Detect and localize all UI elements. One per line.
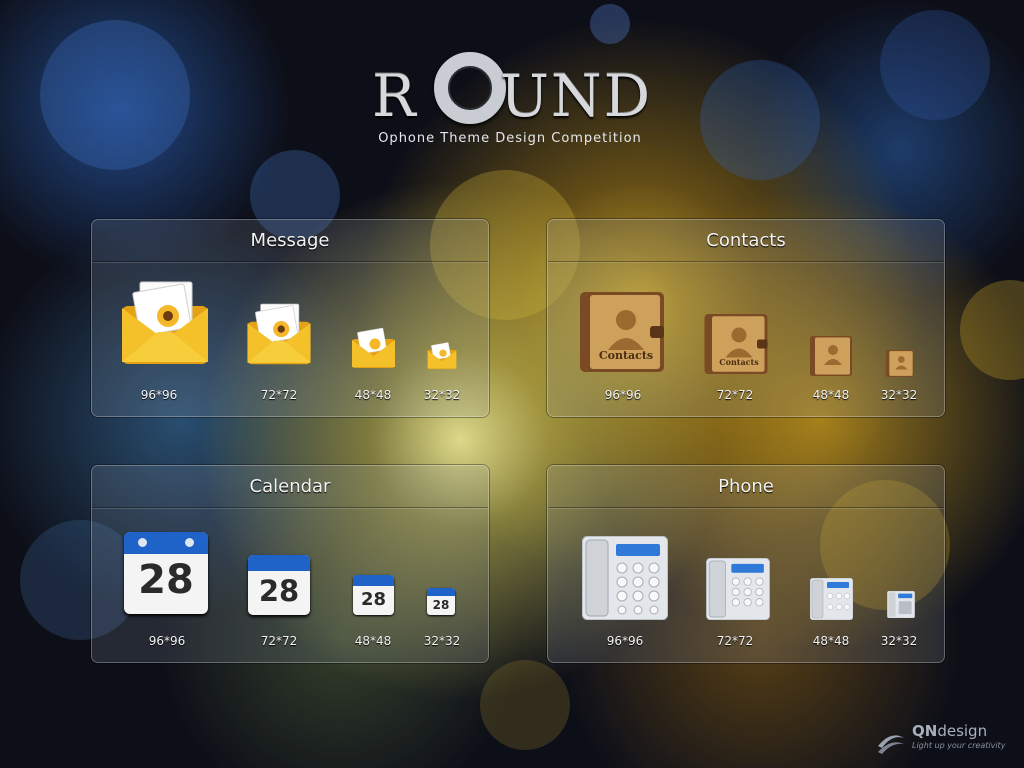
icon-size-label: 48*48 [812,634,850,648]
icon-size-label: 96*96 [140,388,178,402]
calendar-day: 28 [138,557,194,603]
contacts-book-icon[interactable] [886,350,914,377]
footer-tagline: Light up your creativity [912,741,1006,750]
footer-brand-prefix: QN [912,722,938,740]
desk-phone-icon[interactable] [706,558,770,620]
icon-size-label: 72*72 [260,634,298,648]
logo-ring-icon [434,52,506,124]
panel-phone: Phone 96*96 72*72 48*48 32*32 [547,465,945,663]
contacts-book-icon[interactable] [810,336,852,376]
calendar-icon[interactable]: 28 [427,588,455,615]
calendar-icon[interactable]: 28 [124,532,208,614]
icon-size-label: 96*96 [148,634,186,648]
envelope-icon[interactable] [427,339,457,370]
calendar-day: 28 [432,598,450,612]
envelope-icon[interactable] [351,323,396,369]
desk-phone-icon[interactable] [810,578,853,620]
desk-phone-icon[interactable] [582,536,668,620]
icon-size-label: 48*48 [812,388,850,402]
footer-brand: QNdesign Light up your creativity [876,722,1016,756]
bokeh-light [40,20,190,170]
icon-size-label: 32*32 [880,388,918,402]
calendar-day: 28 [258,574,300,608]
bokeh-light [880,10,990,120]
qn-logo-icon [878,735,904,754]
bokeh-light [960,280,1024,380]
footer-brand-name: QNdesign [912,722,987,740]
icon-size-label: 48*48 [354,388,392,402]
envelope-icon[interactable] [246,297,312,367]
contacts-book-label: Contacts [719,357,759,367]
icon-size-label: 72*72 [716,388,754,402]
panel-title: Message [92,220,488,262]
desk-phone-icon[interactable] [887,591,915,618]
calendar-header [427,588,455,596]
panel-title: Contacts [548,220,944,262]
calendar-ring [185,538,194,547]
contacts-book-icon[interactable]: Contacts [704,314,768,374]
bokeh-light [590,4,630,44]
calendar-icon[interactable]: 28 [248,555,310,615]
calendar-day: 28 [360,589,387,610]
icon-size-label: 32*32 [423,634,461,648]
footer-brand-suffix: design [937,722,988,740]
icon-size-label: 32*32 [423,388,461,402]
calendar-header [124,532,208,554]
round-logo: R UND [372,52,662,130]
page-subtitle: Ophone Theme Design Competition [378,131,642,146]
envelope-icon[interactable] [120,274,210,366]
panel-message: Message 96*96 72*72 48*48 32*32 [91,219,489,417]
panel-contacts: Contacts Contacts Contacts 96*96 72*72 4… [547,219,945,417]
contacts-book-label: Contacts [598,349,654,362]
icon-size-label: 96*96 [606,634,644,648]
panel-title: Phone [548,466,944,508]
icon-size-label: 72*72 [260,388,298,402]
contacts-book-icon[interactable]: Contacts [580,292,664,372]
bokeh-light [480,660,570,750]
icon-size-label: 32*32 [880,634,918,648]
panel-title: Calendar [92,466,488,508]
logo-text-start: R [372,62,418,130]
icon-size-label: 72*72 [716,634,754,648]
calendar-icon[interactable]: 28 [353,575,394,615]
calendar-header [248,555,310,571]
icon-size-label: 48*48 [354,634,392,648]
calendar-ring [138,538,147,547]
icon-size-label: 96*96 [604,388,642,402]
calendar-header [353,575,394,586]
bokeh-light [700,60,820,180]
panel-calendar: Calendar 28 28 28 28 96*96 72*72 48*48 3… [91,465,489,663]
logo-text-end: UND [500,62,653,130]
